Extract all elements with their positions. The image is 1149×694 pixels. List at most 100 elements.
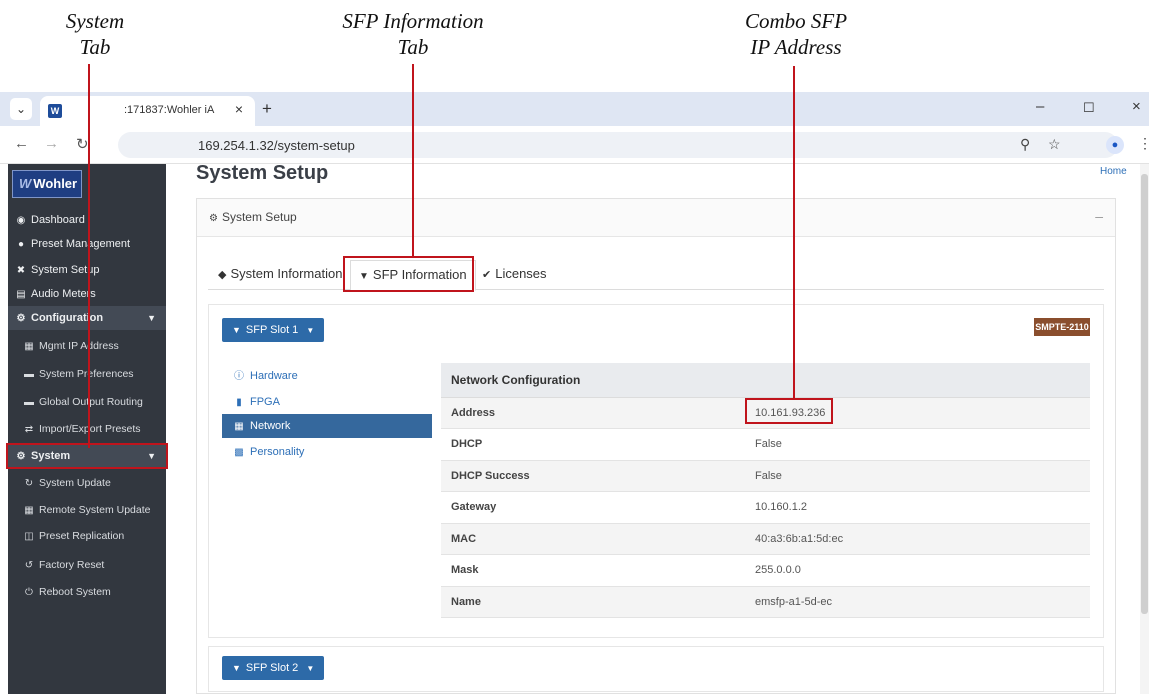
sidebar-item-preset-replication[interactable]: ◫ Preset Replication [8,524,166,548]
sidebar-item-audio-meters[interactable]: ▤ Audio Meters [8,282,166,306]
sidebar-item-system-setup[interactable]: ✖ System Setup [8,258,166,282]
tab-licenses[interactable]: ✔ Licenses [474,260,555,290]
tab-system-information[interactable]: ◆ System Information [210,260,350,290]
url-input[interactable]: 169.254.1.32/system-setup [198,138,355,153]
sidebar-item-reboot-system[interactable]: ⏻ Reboot System [8,580,166,604]
sidebar-item-factory-reset[interactable]: ↺ Factory Reset [8,553,166,577]
close-tab-icon[interactable]: × [235,101,243,117]
annotation-line: System [65,9,125,33]
sidebar-item-import-export-presets[interactable]: ⇄ Import/Export Presets [8,417,166,441]
table-row: MAC 40:a3:6b:a1:5d:ec [441,523,1090,555]
subnav-fpga[interactable]: ▮ FPGA [222,390,432,414]
tab-label: Licenses [495,266,547,281]
annotation-sfp-info-tab: SFP Information Tab [310,8,516,60]
row-key: DHCP [441,428,747,461]
close-window-icon[interactable]: × [1132,98,1141,115]
callout-line-system-tab [88,64,90,448]
sidebar-item-label: Factory Reset [39,559,105,571]
callout-box-system-tab [6,443,168,469]
subnav-label: Personality [250,446,305,458]
back-arrow-icon[interactable]: ← [14,135,29,152]
sidebar-item-label: Preset Management [31,238,131,250]
subnav-hardware[interactable]: ⓘ Hardware [222,364,432,388]
row-key: DHCP Success [441,460,747,492]
bookmark-star-icon[interactable]: ☆ [1048,136,1061,153]
sidebar-item-configuration[interactable]: ⚙ Configuration ▼ [8,306,166,330]
network-icon: ▦ [24,341,34,352]
new-tab-icon[interactable]: + [262,99,272,119]
smpte-2110-badge: SMPTE-2110 [1034,318,1090,336]
sidebar-item-system-update[interactable]: ↻ System Update [8,471,166,495]
meter-icon: ▤ [16,289,26,300]
sidebar-item-label: Mgmt IP Address [39,340,119,352]
undo-icon: ↺ [24,560,34,571]
sidebar-item-remote-system-update[interactable]: ▦ Remote System Update [8,498,166,522]
home-link[interactable]: Home [1100,166,1127,177]
panel-title-label: System Setup [221,210,297,224]
sidebar-item-dashboard[interactable]: ◉ Dashboard [8,208,166,232]
row-value: 255.0.0.0 [747,554,1090,587]
tab-search-chevron-icon[interactable]: ⌄ [10,98,32,120]
sidebar-item-mgmt-ip-address[interactable]: ▦ Mgmt IP Address [8,334,166,358]
sfp-slot-1-dropdown[interactable]: ▼ SFP Slot 1 ▼ [222,318,325,342]
table-row: Gateway 10.160.1.2 [441,491,1090,524]
users-icon: ● [17,239,25,250]
callout-box-sfp-info-tab [343,256,474,292]
annotation-line: Combo SFP [744,9,848,33]
plug-icon: ▼ [232,325,241,335]
browser-menu-icon[interactable]: ⋮ [1138,135,1149,152]
callout-box-combo-ip [745,398,833,424]
tachometer-icon: ◉ [16,215,26,226]
sfp-slot-2-panel [208,646,1104,692]
browser-tab[interactable]: W :171837:Wohler iA × [40,96,255,126]
sidebar-item-system-preferences[interactable]: ▬ System Preferences [8,362,166,386]
sidebar-item-label: Preset Replication [39,530,125,542]
page-scrollbar[interactable] [1140,164,1149,694]
reload-icon[interactable]: ↻ [76,135,89,153]
power-icon: ⏻ [25,587,33,598]
table-row: DHCP Success False [441,460,1090,492]
sidebar-item-label: Configuration [31,312,104,324]
url-box[interactable]: 169.254.1.32/system-setup ⚲ ☆ [118,132,1118,158]
sidebar-item-global-output-routing[interactable]: ▬ Global Output Routing [8,390,166,414]
logo-text: Wohler [33,176,78,191]
table-row: Mask 255.0.0.0 [441,554,1090,587]
card-icon: ▬ [24,397,34,408]
row-value: emsfp-a1-5d-ec [747,586,1090,618]
sfp-slot-2-label: SFP Slot 2 [245,662,299,674]
minimize-window-icon[interactable]: – [1036,98,1044,115]
table-row: DHCP False [441,428,1090,461]
profile-avatar-icon[interactable]: ● [1106,136,1124,154]
table-row: Name emsfp-a1-5d-ec [441,586,1090,618]
wrench-icon: ✔ [482,269,492,281]
table-header: Network Configuration [441,363,1090,398]
sidebar-item-label: Global Output Routing [39,396,143,408]
row-value: 40:a3:6b:a1:5d:ec [747,523,1090,555]
subnav-label: Network [250,420,291,432]
panel-title: ⚙ System Setup [209,210,297,224]
annotation-line: SFP Information [342,9,484,33]
panel-header: ⚙ System Setup – [197,199,1115,237]
sidebar-item-preset-management[interactable]: ● Preset Management [8,232,166,256]
browser-tab-title: :171837:Wohler iA [124,104,215,116]
sidebar-item-label: Dashboard [31,214,85,226]
annotation-line: Tab [397,35,429,59]
subnav-personality[interactable]: ▩ Personality [222,440,432,464]
scrollbar-thumb[interactable] [1141,174,1148,614]
browser-tab-strip: ⌄ W :171837:Wohler iA × + – ☐ × [0,92,1149,126]
database-icon: ◫ [24,531,34,542]
subnav-network[interactable]: ▦ Network [222,414,432,438]
callout-line-sfp-info-tab [412,64,414,258]
chevron-down-icon: ▼ [147,313,156,323]
network-icon: ▦ [234,421,244,432]
sidebar-item-label: Reboot System [39,586,111,598]
maximize-window-icon[interactable]: ☐ [1083,100,1095,116]
wohler-logo[interactable]: W Wohler [12,170,82,198]
forward-arrow-icon[interactable]: → [44,135,59,152]
sfp-slot-2-dropdown[interactable]: ▼ SFP Slot 2 ▼ [222,656,325,680]
browser-address-bar: ← → ↻ 169.254.1.32/system-setup ⚲ ☆ ● ⋮ [0,126,1149,164]
collapse-panel-icon[interactable]: – [1095,208,1103,224]
chip-icon: ▮ [236,397,242,408]
zoom-icon[interactable]: ⚲ [1020,136,1030,153]
sidebar-item-label: System Update [39,477,111,489]
